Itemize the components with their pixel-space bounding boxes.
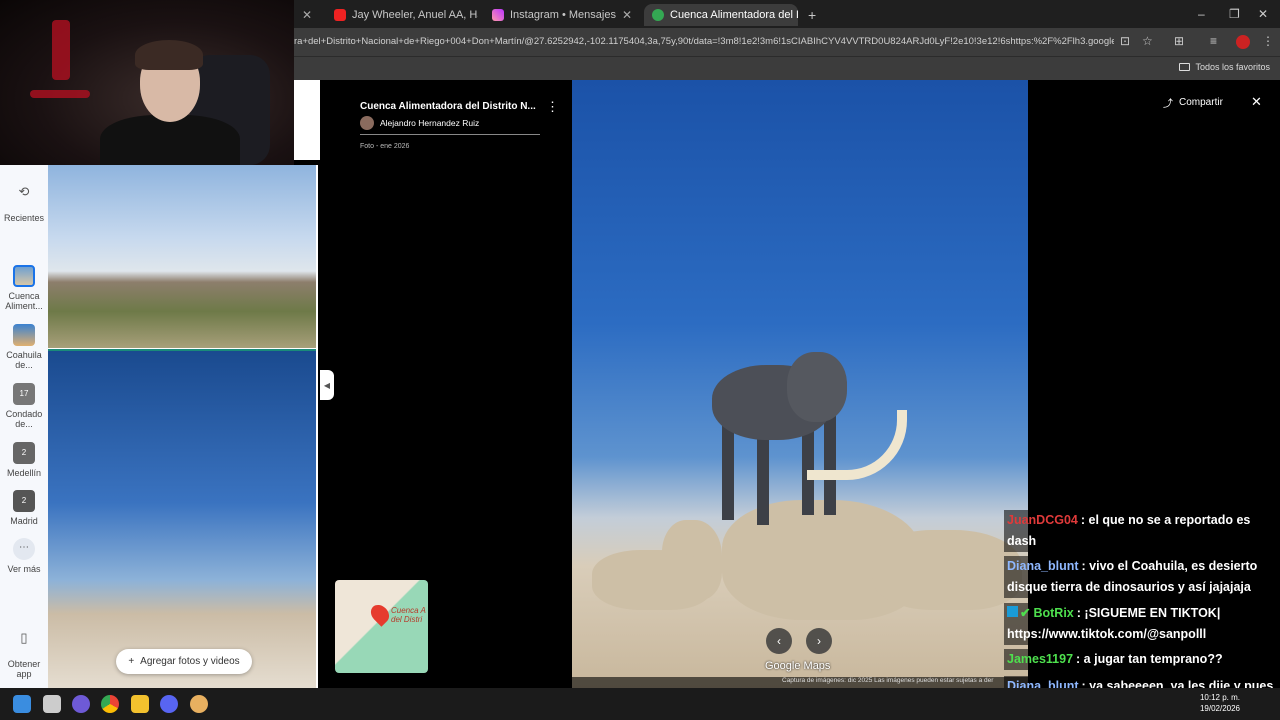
restore-icon[interactable]: ❐ (1229, 7, 1240, 21)
discord-icon[interactable] (160, 695, 178, 713)
all-bookmarks[interactable]: Todos los favoritos (1179, 62, 1270, 72)
webcam-overlay (0, 0, 294, 165)
place-thumbnail-icon (13, 265, 35, 287)
folder-icon (1179, 63, 1191, 71)
windows-taskbar: 10:12 p. m. 19/02/2026 (0, 688, 1280, 720)
more-icon: ⋯ (13, 538, 35, 560)
tab-search-icon[interactable]: ≡ (1210, 34, 1217, 48)
place-thumbnail-icon: 17 (13, 383, 35, 405)
tab-close-icon[interactable]: ✕ (622, 8, 632, 22)
sidebar-item-ver-mas[interactable]: ⋯ Ver más (0, 538, 48, 574)
sidebar-item-condado[interactable]: 17 Condado de... (0, 383, 48, 429)
all-bookmarks-label: Todos los favoritos (1195, 62, 1270, 72)
author-name: Alejandro Hernandez Ruiz (380, 117, 480, 128)
maps-pin-icon (652, 9, 664, 21)
sidebar-item-cuenca[interactable]: Cuenca Aliment... (0, 265, 48, 311)
install-icon[interactable]: ⊡ (1120, 34, 1130, 48)
profile-avatar[interactable] (1236, 35, 1250, 49)
chat-text: : a jugar tan temprano?? (1076, 652, 1223, 666)
tab-maps[interactable]: Cuenca Alimentadora del Distrit ✕ (644, 4, 798, 26)
minimap-label: Cuenca A del Distri (391, 606, 426, 624)
mammoth-tusk (807, 410, 907, 480)
chat-message: JuanDCG04: el que no se a reportado es d… (1004, 510, 1280, 552)
cast-icon[interactable]: ⊞ (1174, 34, 1184, 48)
google-maps-logo: Google Maps (765, 660, 831, 672)
sidebar-item-coahuila[interactable]: Coahuila de... (0, 324, 48, 370)
menu-icon[interactable]: ⋮ (1262, 34, 1274, 48)
chat-username: Diana_blunt (1007, 559, 1079, 573)
tab-label: Cuenca Alimentadora del Distrit (670, 9, 798, 21)
close-icon[interactable]: ✕ (1251, 94, 1262, 110)
clock-date: 19/02/2026 (1199, 704, 1240, 713)
youtube-icon (334, 9, 346, 21)
app-icon[interactable] (72, 695, 90, 713)
author-row[interactable]: Alejandro Hernandez Ruiz (360, 115, 540, 135)
place-title[interactable]: Cuenca Alimentadora del Distrito N... (360, 101, 536, 112)
share-label: Compartir (1179, 97, 1223, 108)
place-thumbnail-icon: 2 (13, 490, 35, 512)
add-photos-label: Agregar fotos y videos (140, 656, 240, 667)
plus-icon: + (128, 656, 135, 667)
map-pin-icon (367, 601, 393, 627)
tab-label: Instagram • Mensajes (510, 9, 616, 21)
chat-username: BotRix (1033, 606, 1074, 620)
sidebar-item-recientes[interactable]: ⟲ Recientes (0, 184, 48, 223)
collapse-panel-button[interactable]: ◀ (320, 370, 334, 400)
chat-username: James1197 (1007, 652, 1074, 666)
minimap[interactable]: Cuenca A del Distri (335, 580, 428, 673)
sidebar-item-medellin[interactable]: 2 Medellín (0, 442, 48, 478)
sidebar-item-madrid[interactable]: 2 Madrid (0, 490, 48, 526)
share-button[interactable]: ⤴ Compartir (1163, 95, 1223, 110)
share-icon: ⤴ (1163, 99, 1173, 110)
maps-left-nav: ⟲ Recientes Cuenca Aliment... Coahuila d… (0, 165, 48, 688)
streamer-hair (135, 40, 203, 70)
previous-photo-button[interactable]: ‹ (766, 628, 792, 654)
app-icon[interactable] (190, 695, 208, 713)
bot-badge-icon (1007, 606, 1018, 617)
task-view-icon[interactable] (43, 695, 61, 713)
url-field[interactable]: ra+del+Distrito+Nacional+de+Riego+004+Do… (294, 36, 1114, 47)
streamer-shirt (100, 115, 240, 165)
chrome-icon[interactable] (101, 695, 119, 713)
system-clock[interactable]: 10:12 p. m. 19/02/2026 (1200, 692, 1240, 714)
photo-thumbnail-selected[interactable] (48, 349, 316, 688)
file-explorer-icon[interactable] (131, 695, 149, 713)
clock-time: 10:12 p. m. (1199, 693, 1240, 702)
main-photo[interactable] (572, 80, 1028, 688)
tab-youtube[interactable]: Jay Wheeler, Anuel AA, Hac 🔊 ✕ (326, 4, 478, 26)
chat-message: James1197: a jugar tan temprano?? (1004, 649, 1280, 670)
add-photos-button[interactable]: + Agregar fotos y videos (116, 649, 252, 674)
photo-thumbnail[interactable] (48, 165, 316, 348)
place-thumbnail-icon (13, 324, 35, 346)
tab-instagram[interactable]: Instagram • Mensajes ✕ (484, 4, 640, 26)
author-avatar (360, 115, 374, 130)
bookmark-star-icon[interactable]: ☆ (1142, 34, 1153, 48)
history-icon: ⟲ (18, 184, 30, 199)
instagram-icon (492, 9, 504, 21)
chat-username: JuanDCG04 (1007, 513, 1078, 527)
start-icon[interactable] (13, 695, 31, 713)
chat-message: ✔ BotRix: ¡SIGUEME EN TIKTOK| https://www… (1004, 603, 1280, 645)
photo-date: Foto - ene 2026 (360, 143, 410, 150)
phone-icon: ▯ (20, 630, 28, 645)
chat-message: Diana_blunt: vivo el Coahuila, es desier… (1004, 556, 1280, 598)
minimize-icon[interactable]: – (1198, 7, 1205, 21)
more-options-icon[interactable]: ⋮ (546, 99, 559, 115)
next-photo-button[interactable]: › (806, 628, 832, 654)
panel-edge (294, 80, 320, 160)
verified-icon: ✔ (1020, 606, 1031, 620)
new-tab-button[interactable]: + (800, 4, 822, 26)
sidebar-item-obtener-app[interactable]: ▯ Obtener app (0, 630, 48, 679)
place-thumbnail-icon: 2 (13, 442, 35, 464)
window-close-icon[interactable]: ✕ (1258, 7, 1268, 21)
tab-label: Jay Wheeler, Anuel AA, Hac (352, 9, 478, 21)
photo-grid (48, 165, 318, 688)
tab-partial[interactable]: ✕ (294, 4, 320, 26)
tab-close-icon[interactable]: ✕ (302, 8, 312, 22)
